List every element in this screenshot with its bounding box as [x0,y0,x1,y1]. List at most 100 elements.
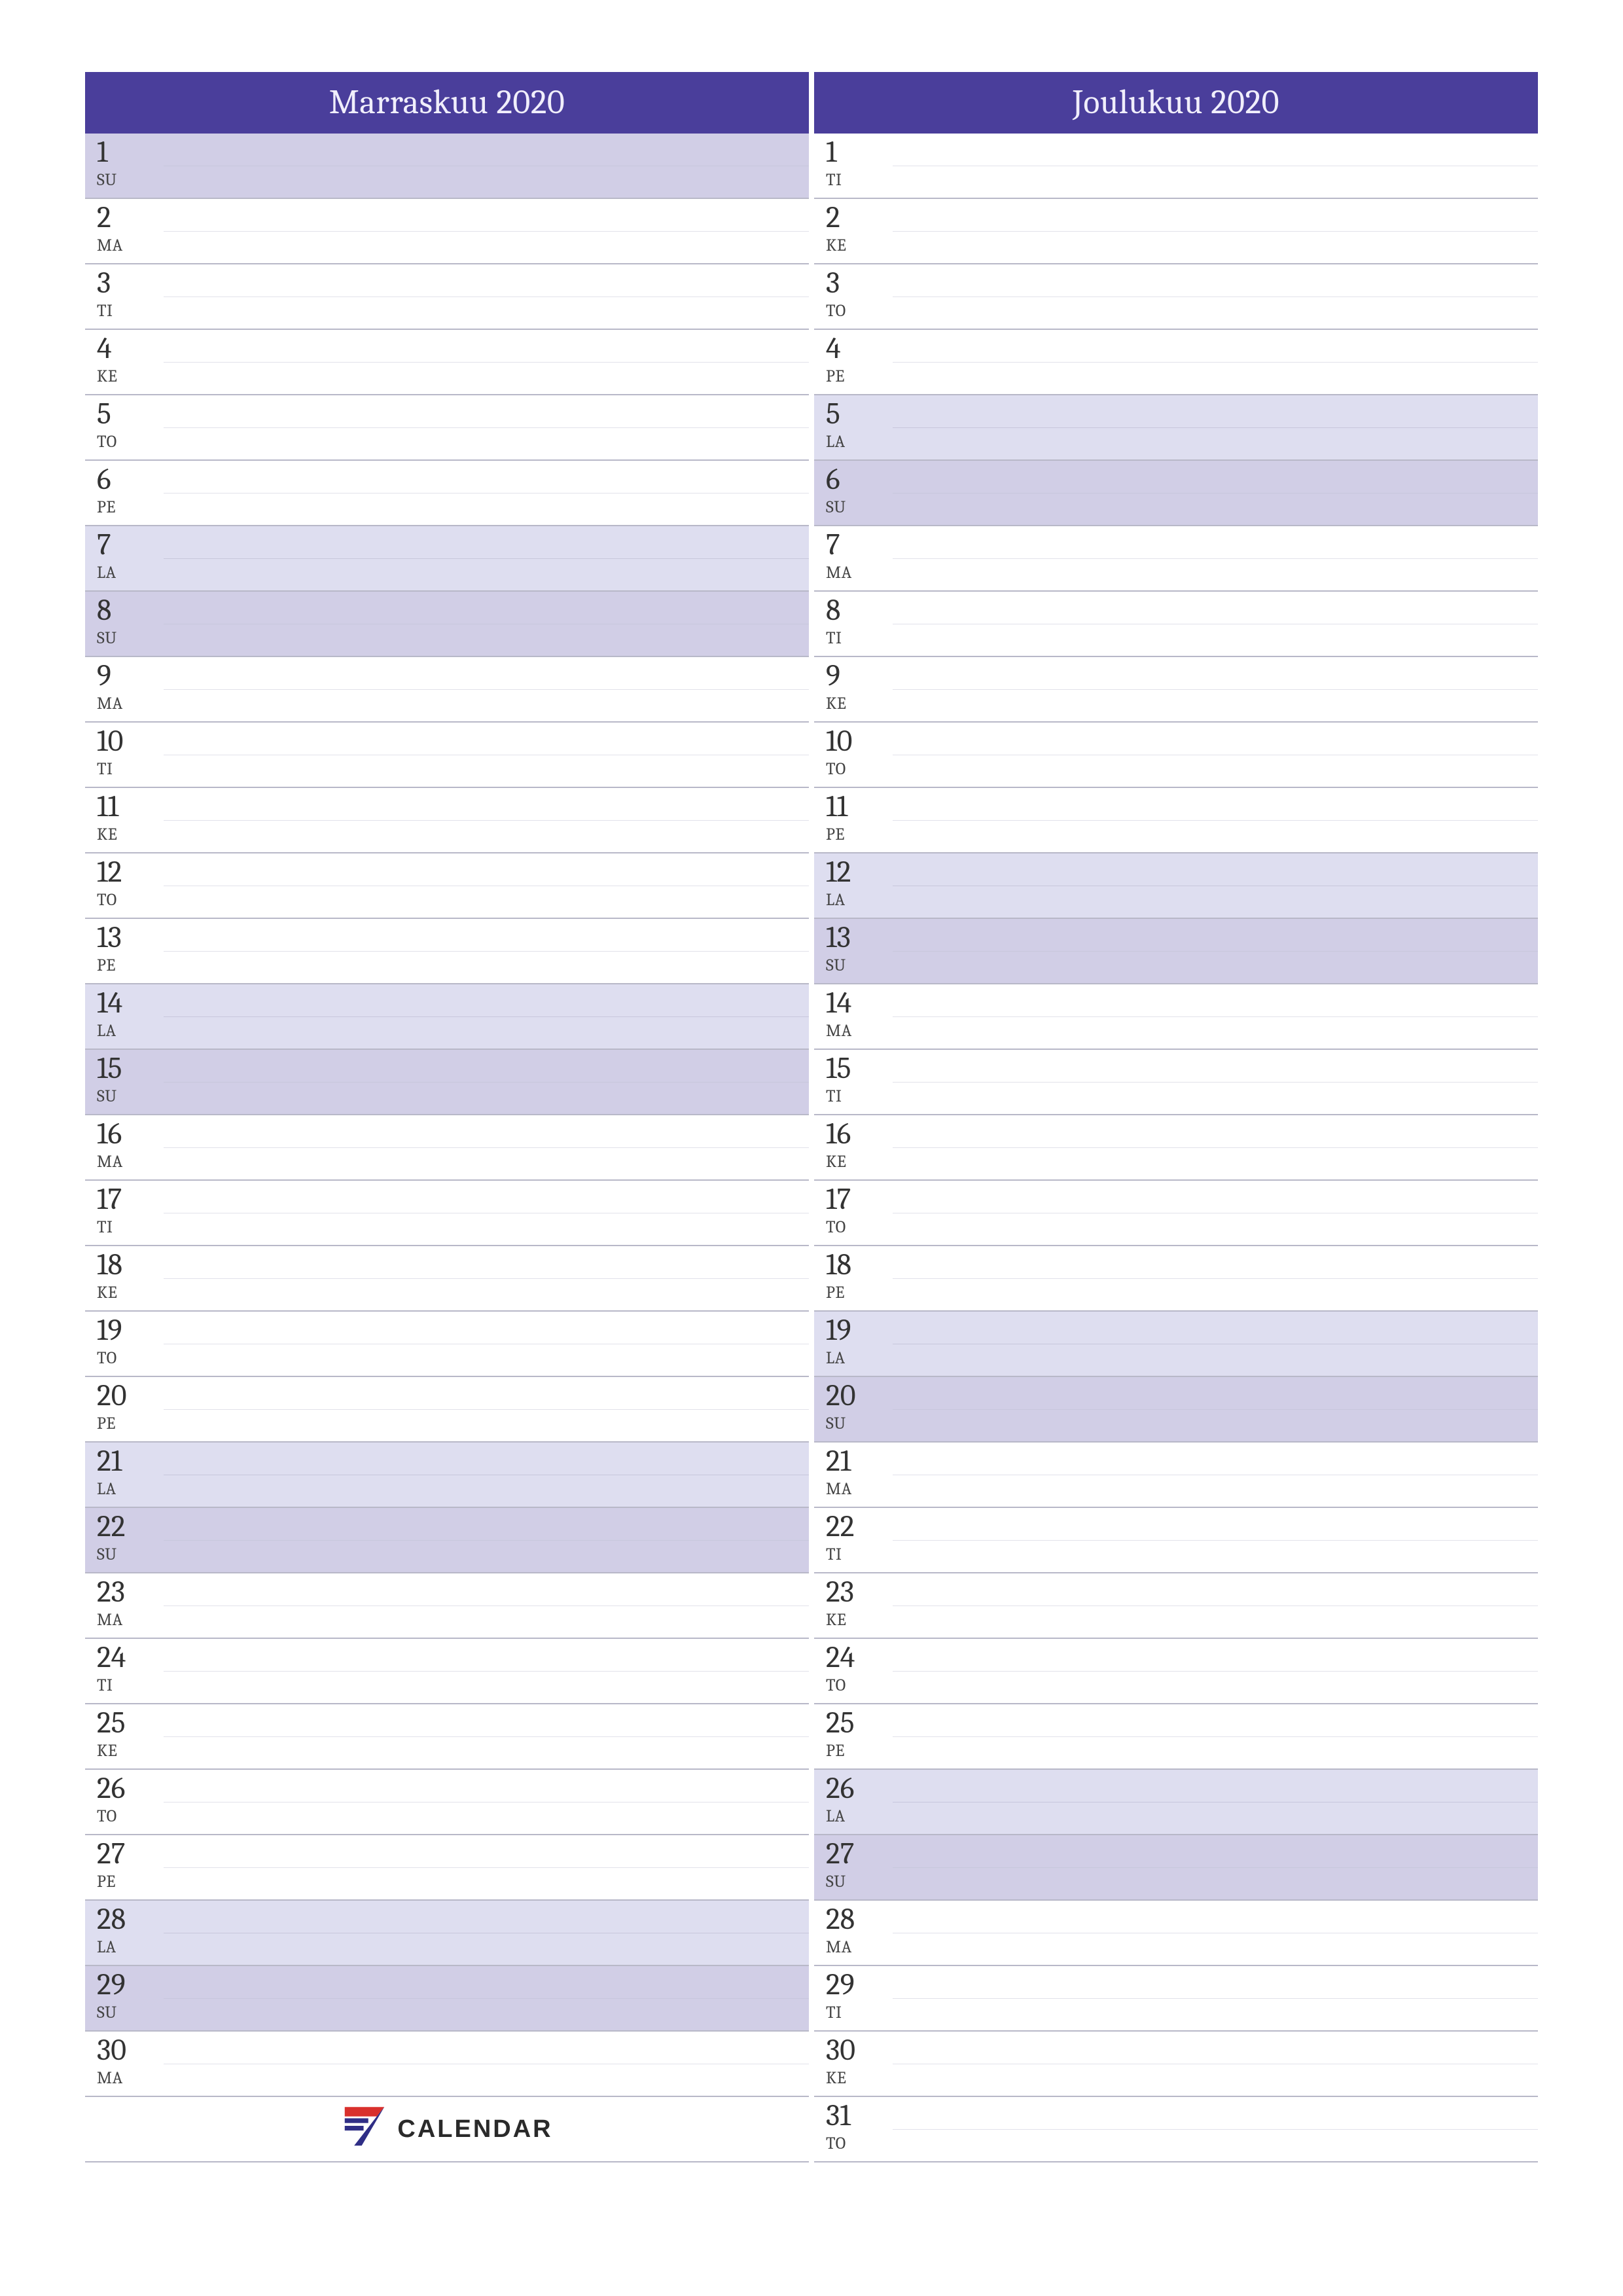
day-row: 10TI [85,723,809,788]
day-label: 14LA [85,984,164,1049]
day-weekday: LA [826,433,893,450]
day-weekday: TO [97,433,164,450]
month-header: Joulukuu 2020 [814,72,1538,134]
day-number: 14 [97,988,164,1018]
day-row: 9KE [814,657,1538,723]
day-weekday: KE [97,368,164,385]
day-weekday: TI [826,171,893,188]
day-weekday: MA [826,564,893,581]
day-weekday: TO [826,2135,893,2152]
day-weekday: LA [97,1939,164,1956]
day-row: 11KE [85,788,809,853]
day-weekday: MA [826,1939,893,1956]
day-number: 7 [826,530,893,560]
day-label: 16MA [85,1115,164,1179]
day-weekday: PE [826,826,893,843]
day-row: 14LA [85,984,809,1050]
day-weekday: LA [826,1808,893,1825]
day-label: 13SU [814,919,893,983]
day-note-area [164,723,809,787]
day-weekday: SU [97,2004,164,2021]
day-note-area [893,788,1538,852]
day-label: 10TO [814,723,893,787]
day-row: 22SU [85,1508,809,1573]
day-note-area [893,2032,1538,2096]
day-number: 19 [826,1316,893,1346]
seven-icon [341,2102,388,2156]
day-row: 20SU [814,1377,1538,1443]
day-label: 19TO [85,1312,164,1376]
day-number: 3 [826,268,893,298]
day-label: 23KE [814,1573,893,1638]
day-number: 21 [97,1446,164,1477]
day-row: 23MA [85,1573,809,1639]
day-number: 18 [97,1250,164,1280]
day-label: 7LA [85,526,164,590]
day-label: 2KE [814,199,893,263]
day-note-area [893,1901,1538,1965]
day-number: 28 [826,1905,893,1935]
day-label: 1TI [814,134,893,198]
day-row: 24TO [814,1639,1538,1704]
day-row: 1SU [85,134,809,199]
day-label: 11PE [814,788,893,852]
day-weekday: PE [826,1284,893,1301]
day-label: 20SU [814,1377,893,1441]
day-weekday: PE [97,1873,164,1890]
day-row: 2KE [814,199,1538,264]
day-number: 23 [97,1577,164,1607]
day-label: 3TI [85,264,164,329]
day-note-area [893,1312,1538,1376]
day-weekday: SU [826,957,893,974]
day-weekday: SU [826,499,893,516]
day-weekday: TO [97,1350,164,1367]
day-label: 11KE [85,788,164,852]
day-weekday: PE [826,368,893,385]
day-label: 7 MA [814,526,893,590]
day-note-area [893,1115,1538,1179]
day-row: 11PE [814,788,1538,853]
day-number: 15 [97,1054,164,1084]
day-label: 28LA [85,1901,164,1965]
day-row: 19LA [814,1312,1538,1377]
day-note-area [893,1443,1538,1507]
day-row: 27SU [814,1835,1538,1901]
day-label: 20PE [85,1377,164,1441]
day-row: 20PE [85,1377,809,1443]
day-row: 23KE [814,1573,1538,1639]
day-weekday: KE [97,1284,164,1301]
day-row: 28 MA [814,1901,1538,1966]
day-note-area [164,657,809,721]
day-weekday: TO [826,1219,893,1236]
day-weekday: SU [826,1415,893,1432]
day-weekday: LA [97,564,164,581]
month-column: Marraskuu 20201SU2MA3TI4KE5TO6PE7LA8SU9M… [85,72,809,2162]
day-row: 7LA [85,526,809,592]
day-weekday: TI [826,2004,893,2021]
day-number: 12 [97,857,164,888]
day-row: 26TO [85,1770,809,1835]
day-number: 17 [826,1185,893,1215]
day-row: 30MA [85,2032,809,2097]
day-row: 5TO [85,395,809,461]
day-note-area [893,330,1538,394]
day-row: 30KE [814,2032,1538,2097]
day-weekday: MA [97,695,164,712]
day-label: 17TI [85,1181,164,1245]
day-note-area [164,1508,809,1572]
day-number: 31 [826,2101,893,2131]
day-weekday: TO [97,1808,164,1825]
day-number: 2 [97,203,164,233]
day-number: 11 [97,792,164,822]
day-note-area [893,1050,1538,1114]
day-weekday: SU [97,630,164,647]
day-row: 31 TO [814,2097,1538,2162]
day-note-area [164,919,809,983]
day-weekday: TO [826,1677,893,1694]
day-number: 6 [826,465,893,495]
day-number: 9 [826,661,893,691]
day-weekday: PE [826,1742,893,1759]
day-label: 29SU [85,1966,164,2030]
day-note-area [893,592,1538,656]
day-row: 10TO [814,723,1538,788]
